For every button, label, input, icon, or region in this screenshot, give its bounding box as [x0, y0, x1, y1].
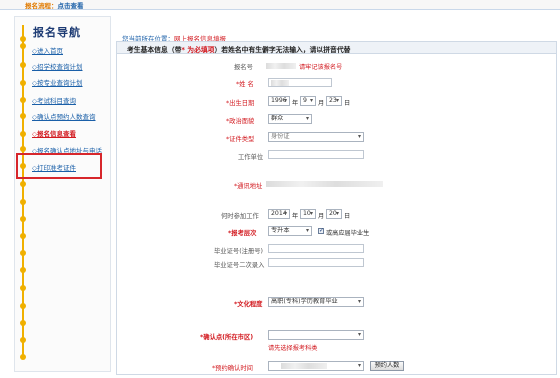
signup-no-value — [266, 63, 296, 69]
address-value — [266, 181, 383, 187]
politics-label: *政治面貌 — [226, 118, 255, 125]
birth-date-label: *出生日期 — [226, 100, 255, 107]
day-unit: 日 — [344, 213, 351, 220]
sidebar-item-booking-count[interactable]: ◇确认点预约人数查询 — [32, 111, 96, 121]
confirm-time-select[interactable] — [268, 361, 364, 371]
grad-no-input[interactable] — [268, 244, 364, 253]
title-part: 考生基本信息（带 — [127, 46, 182, 54]
birth-month-select[interactable]: 9 — [300, 96, 316, 106]
year-unit: 年 — [292, 100, 299, 107]
level-select[interactable]: 专升本 — [268, 226, 312, 236]
signup-no-label: 报名号 — [234, 64, 253, 71]
required-note: * 为必填项 — [181, 46, 215, 54]
timeline-dot — [20, 113, 26, 119]
month-unit: 月 — [318, 100, 325, 107]
grad-no-label: 毕业证号(注册号) — [214, 248, 263, 255]
top-divider — [0, 9, 560, 10]
signup-no-hint: 请牢记该报名号 — [299, 64, 343, 71]
birth-year-select[interactable]: 1996 — [268, 96, 290, 106]
confirm-point-label: *确认点(所在市区) — [200, 334, 254, 341]
politics-select[interactable]: 群众 — [268, 114, 312, 124]
timeline-dot — [20, 146, 26, 152]
sidebar-item-home[interactable]: ◇进入首页 — [32, 45, 63, 55]
sidebar-item-school-plan[interactable]: ◇招学校查询计划 — [32, 61, 83, 71]
form-panel-header: 考生基本信息（带* 为必填项）若姓名中有生僻字无法输入，请以拼音代替 — [117, 42, 556, 54]
confirm-time-label: *预约确认时间 — [212, 365, 253, 372]
timeline-dot — [20, 267, 26, 273]
year-unit: 年 — [292, 213, 299, 220]
sidebar-title: 报名导航 — [33, 26, 81, 39]
timeline-dot — [20, 199, 26, 205]
education-label: *文化程度 — [234, 301, 263, 308]
workplace-label: 工作单位 — [238, 154, 264, 161]
id-type-select[interactable]: 身份证 — [268, 132, 364, 142]
name-label: *姓 名 — [236, 81, 254, 88]
sidebar-item-signup-info[interactable]: ◇报名信息查看 — [32, 128, 76, 138]
timeline-dot — [20, 303, 26, 309]
level-label: *报考层次 — [228, 230, 257, 237]
timeline-dot — [20, 131, 26, 137]
timeline-dot — [20, 354, 26, 360]
confirm-point-select[interactable] — [268, 330, 364, 340]
timeline-dot — [20, 62, 26, 68]
title-part: ）若姓名中有生僻字无法输入，请以拼音代替 — [214, 46, 351, 54]
work-month-select[interactable]: 10 — [300, 209, 316, 219]
timeline-dot — [20, 320, 26, 326]
grad-no2-label: 毕业证号二次录入 — [214, 262, 265, 269]
day-unit: 日 — [344, 100, 351, 107]
sidebar-item-major-plan[interactable]: ◇按专业查询计划 — [32, 77, 83, 87]
id-type-label: *证件类型 — [226, 136, 255, 143]
timeline-dot — [20, 216, 26, 222]
work-date-label: 何时参加工作 — [221, 213, 259, 220]
name-input[interactable] — [268, 78, 332, 87]
grad-no2-input[interactable] — [268, 258, 364, 267]
timeline-dot — [20, 250, 26, 256]
timeline-dot — [20, 181, 26, 187]
timeline-dot — [20, 285, 26, 291]
month-unit: 月 — [318, 213, 325, 220]
timeline-dot — [20, 233, 26, 239]
education-select[interactable]: 高职(专科)学历教育毕业 — [268, 297, 364, 307]
work-year-select[interactable]: 2014 — [268, 209, 290, 219]
address-label: *通讯地址 — [234, 183, 263, 190]
birth-day-select[interactable]: 23 — [326, 96, 342, 106]
timeline-dot — [20, 36, 26, 42]
fresh-graduate-checkbox[interactable] — [318, 227, 324, 234]
timeline-dot — [20, 97, 26, 103]
confirm-point-hint: 请先选择报考科类 — [268, 345, 318, 352]
timeline-dot — [20, 337, 26, 343]
timeline-dot — [20, 43, 26, 49]
workplace-input[interactable] — [268, 150, 364, 159]
highlight-box — [16, 153, 102, 179]
form-panel — [116, 41, 557, 375]
work-day-select[interactable]: 20 — [326, 209, 342, 219]
timeline-dot — [20, 80, 26, 86]
sidebar-item-subjects[interactable]: ◇考试科目查询 — [32, 95, 76, 105]
form-panel-title: 考生基本信息（带* 为必填项）若姓名中有生僻字无法输入，请以拼音代替 — [127, 44, 350, 54]
booking-count-button[interactable]: 预约人数 — [370, 361, 404, 371]
fresh-graduate-label: 或高应届毕业生 — [326, 230, 370, 237]
top-bar: 报名流程：点击查看 — [0, 0, 560, 10]
